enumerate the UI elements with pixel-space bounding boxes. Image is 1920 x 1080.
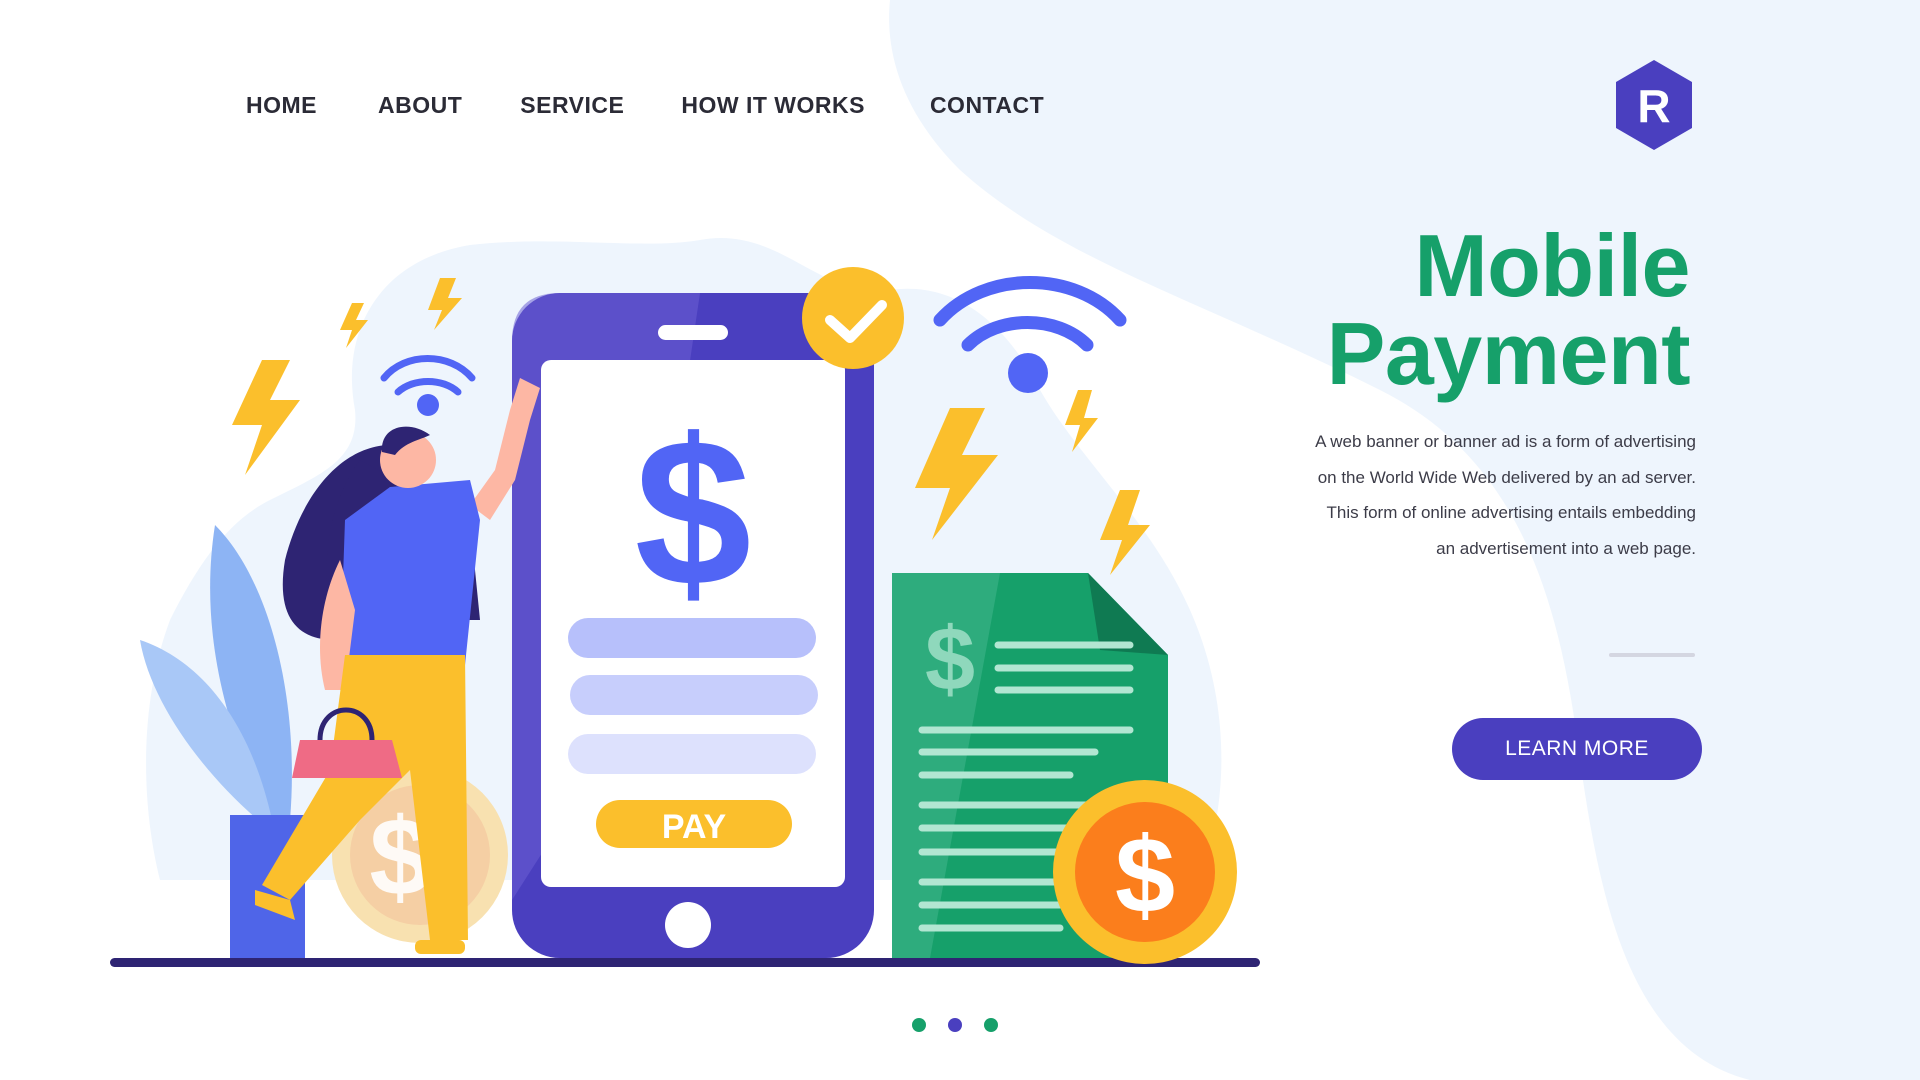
carousel-dot[interactable] — [912, 1018, 926, 1032]
carousel-dots — [912, 1018, 998, 1032]
hero-title-line2: Payment — [1326, 304, 1691, 403]
carousel-dot[interactable] — [984, 1018, 998, 1032]
description-line: This form of online advertising entails … — [1326, 503, 1696, 522]
logo-letter: R — [1637, 80, 1670, 132]
carousel-dot-active[interactable] — [948, 1018, 962, 1032]
phone-icon: $ PAY — [512, 293, 874, 958]
wifi-icon — [933, 276, 1127, 393]
nav-contact[interactable]: CONTACT — [930, 92, 1044, 119]
dollar-coin-icon: $ — [1053, 780, 1237, 964]
learn-more-button[interactable]: LEARN MORE — [1452, 718, 1702, 780]
ground-line — [110, 958, 1260, 967]
coin-dollar-symbol: $ — [1115, 814, 1175, 935]
hero-title: Mobile Payment — [1326, 216, 1691, 403]
hero-title-line1: Mobile — [1414, 216, 1690, 315]
check-icon — [802, 267, 904, 369]
description-line: on the World Wide Web delivered by an ad… — [1317, 467, 1696, 487]
receipt-dollar-symbol: $ — [925, 610, 975, 710]
nav-how-it-works[interactable]: HOW IT WORKS — [681, 92, 865, 119]
brand-logo[interactable]: R — [1612, 58, 1696, 152]
pay-label: PAY — [662, 808, 727, 846]
nav-about[interactable]: ABOUT — [378, 92, 462, 119]
main-nav: HOME ABOUT SERVICE HOW IT WORKS CONTACT — [246, 92, 1044, 119]
wifi-icon — [380, 355, 476, 416]
hero-description: A web banner or banner ad is a form of a… — [1236, 424, 1696, 566]
nav-service[interactable]: SERVICE — [520, 92, 624, 119]
nav-home[interactable]: HOME — [246, 92, 317, 119]
description-line: A web banner or banner ad is a form of a… — [1315, 432, 1696, 451]
description-line: an advertisement into a web page. — [1436, 538, 1696, 558]
divider-line — [1609, 653, 1695, 657]
phone-dollar-symbol: $ — [635, 395, 752, 630]
